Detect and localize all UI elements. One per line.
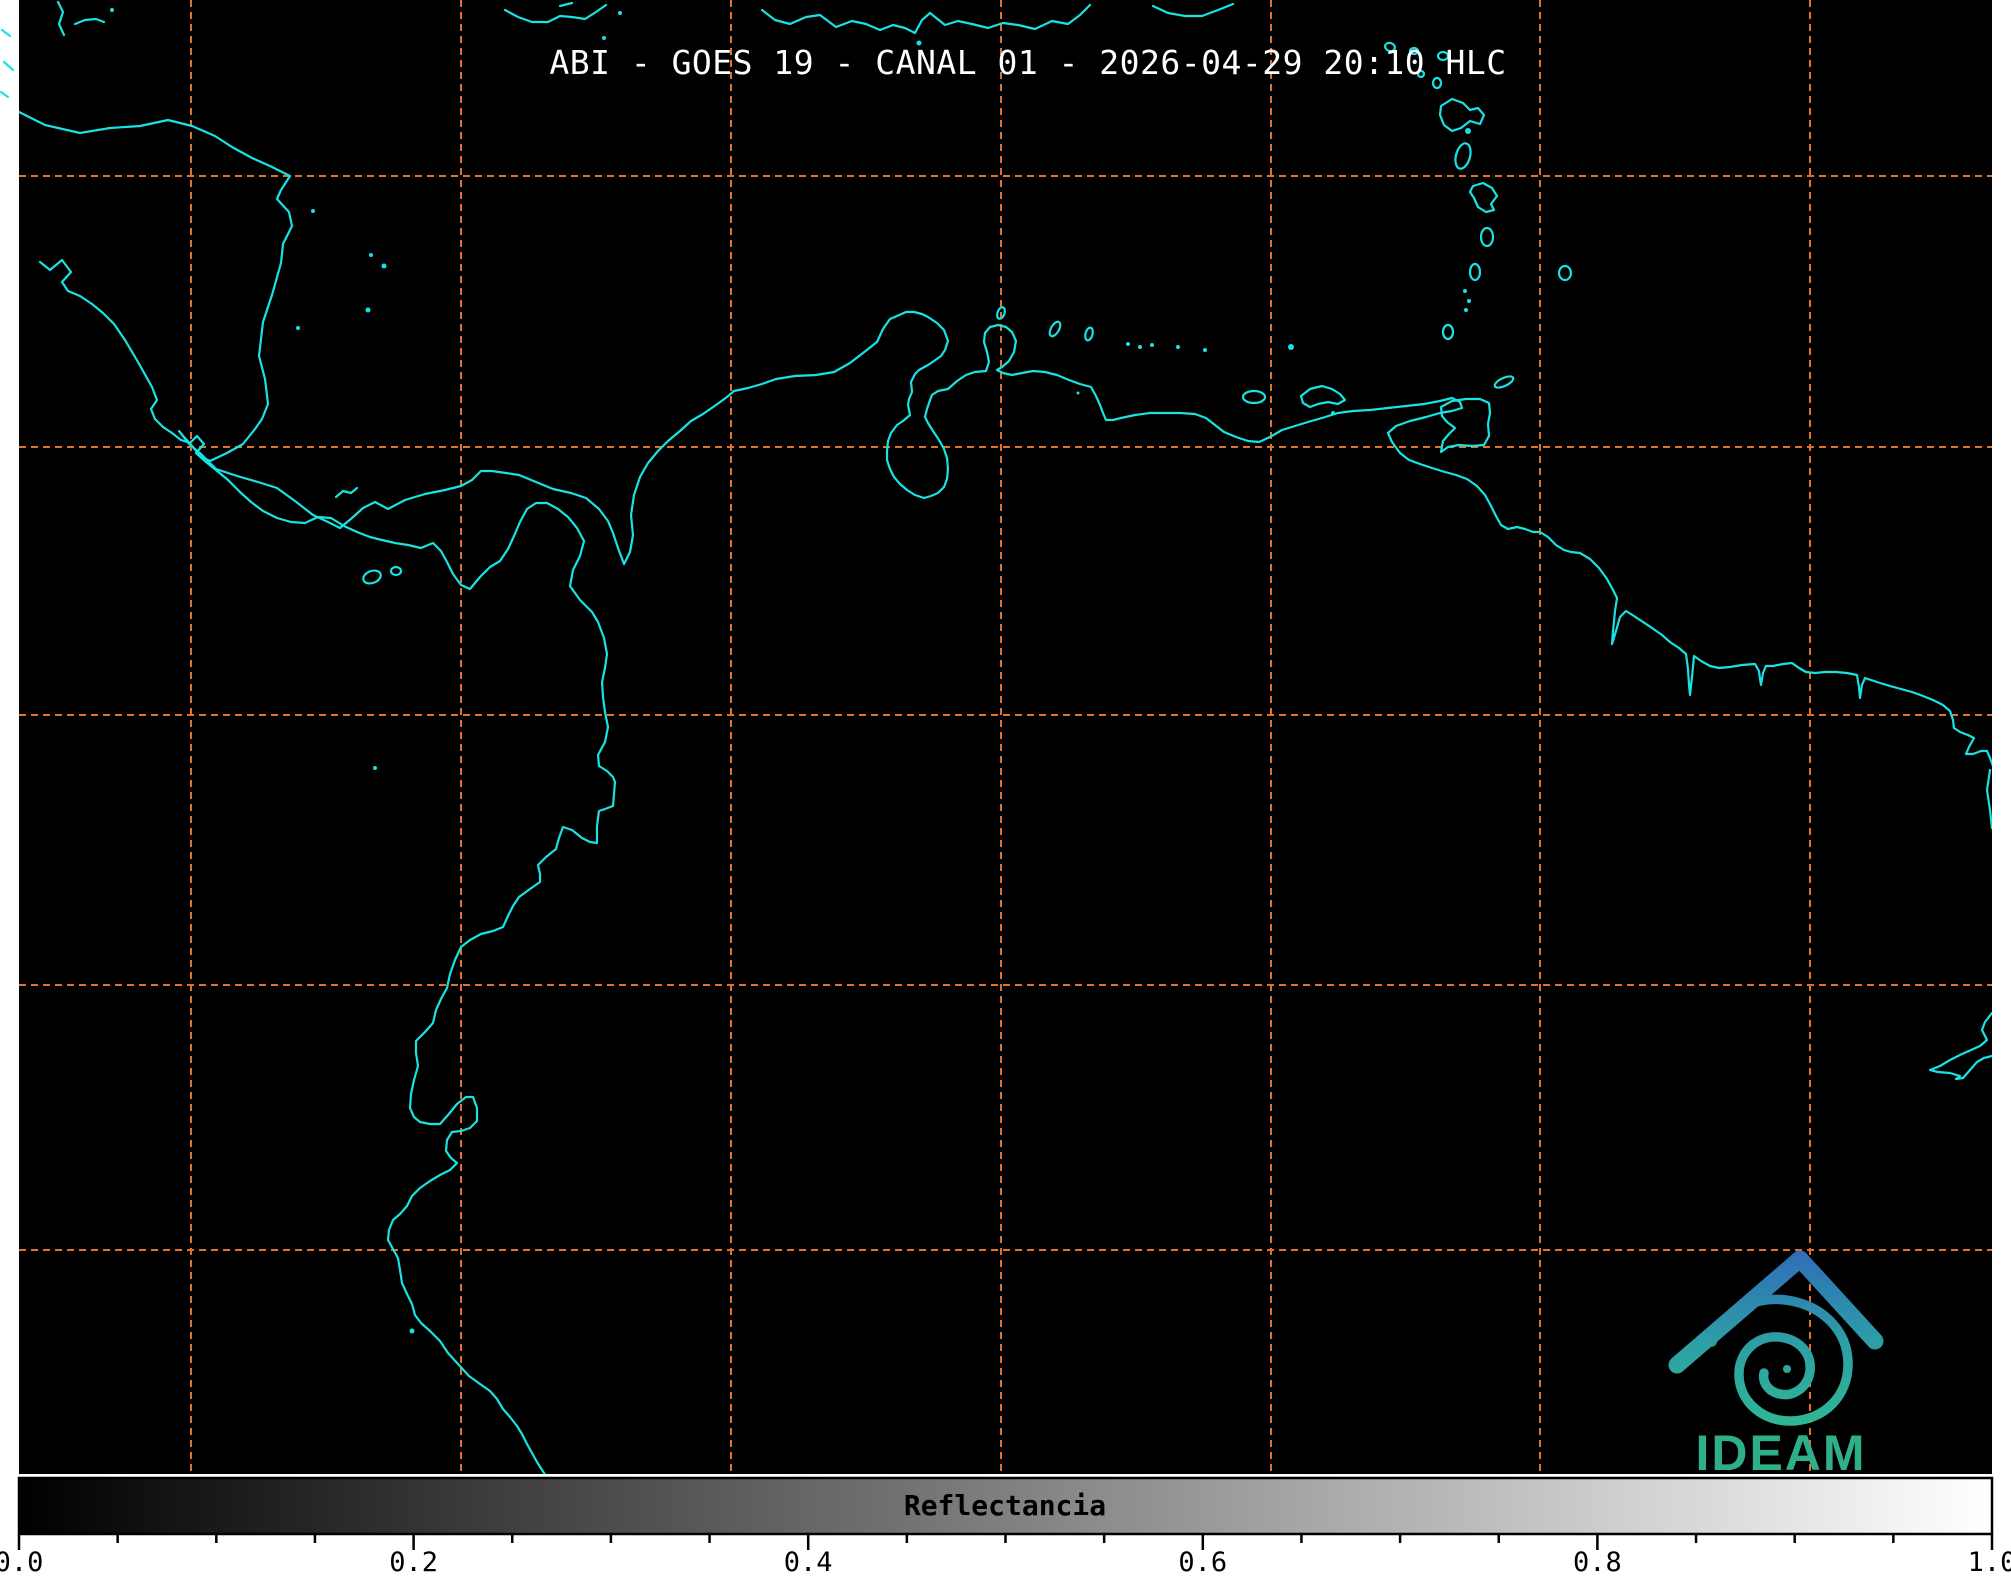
colorbar-label: Reflectancia — [904, 1489, 1106, 1522]
orchila-island — [1176, 345, 1180, 349]
tick-label: 0.8 — [1573, 1547, 1622, 1577]
colorbar-tick-labels: 0.0 0.2 0.4 0.6 0.8 1.0 — [0, 1547, 2011, 1577]
goes-satellite-map: ABI - GOES 19 - CANAL 01 - 2026-04-29 20… — [0, 0, 2011, 1577]
cayos-este-island — [369, 253, 373, 257]
aves-island-island — [1203, 348, 1207, 352]
providencia-island — [382, 264, 387, 269]
tick-label: 0.2 — [389, 1547, 438, 1577]
image-title: ABI - GOES 19 - CANAL 01 - 2026-04-29 20… — [549, 43, 1506, 82]
coast-bleed-mark — [2, 30, 10, 36]
jamaica-islet-island — [618, 11, 622, 15]
satellite-image-stage: ABI - GOES 19 - CANAL 01 - 2026-04-29 20… — [0, 0, 2011, 1577]
colorbar: Reflectancia 0.0 0.2 0.4 0.6 0.8 1.0 — [0, 1478, 2011, 1577]
colorbar-ticks — [19, 1534, 1992, 1550]
la-plata-islet-island — [410, 1329, 415, 1334]
coast-bleed-mark — [1, 92, 8, 97]
tick-label: 0.4 — [784, 1547, 833, 1577]
tick-label: 1.0 — [1968, 1547, 2011, 1577]
tick-label: 0.6 — [1178, 1547, 1227, 1577]
tick-label: 0.0 — [0, 1547, 43, 1577]
grenadine-2-island — [1467, 299, 1471, 303]
map-background — [19, 0, 1992, 1474]
grenadine-1-island — [1463, 289, 1467, 293]
los-roques-3-island — [1150, 343, 1154, 347]
marie-galante-island — [1465, 128, 1471, 134]
malpelo-island — [373, 766, 377, 770]
navassa-island — [602, 36, 606, 40]
logo-wordmark: IDEAM — [1695, 1425, 1866, 1481]
vivorillo-cays-island — [311, 209, 315, 213]
coastline-bleed-marks — [1, 30, 13, 97]
los-roques-1-island — [1126, 342, 1130, 346]
logo-spiral-eye — [1783, 1365, 1791, 1373]
corn-island-island — [296, 326, 300, 330]
utila-islet-island — [110, 8, 114, 12]
los-roques-2-island — [1138, 345, 1142, 349]
islet-offshore-island — [1077, 392, 1080, 395]
grenadine-3-island — [1464, 308, 1468, 312]
blanquilla-island — [1288, 344, 1294, 350]
coche-island — [1331, 411, 1335, 415]
san-andres-island — [366, 308, 371, 313]
coast-bleed-mark — [4, 62, 13, 70]
